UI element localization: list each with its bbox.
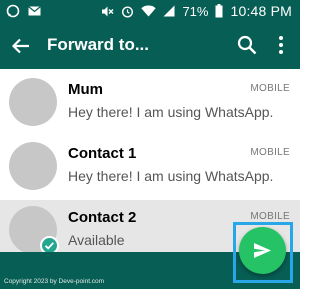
contact-status: Hey there! I am using WhatsApp. (68, 168, 274, 184)
copyright-text: Copyright 2023 by Deve-point.com (4, 278, 105, 285)
more-vert-icon[interactable] (274, 34, 288, 56)
signal-icon (163, 5, 175, 17)
contact-status: Hey there! I am using WhatsApp. (68, 104, 274, 120)
whatsapp-icon (6, 4, 20, 18)
contact-name: Contact 2 (68, 209, 137, 226)
battery-icon (215, 4, 223, 18)
email-icon (28, 6, 41, 16)
phone-type-label: MOBILE (250, 147, 290, 158)
contact-name: Mum (68, 81, 103, 98)
send-button[interactable] (239, 227, 286, 274)
avatar (9, 142, 57, 190)
check-icon (44, 242, 54, 250)
alarm-icon (122, 5, 134, 18)
send-icon (254, 243, 271, 258)
contact-row-contact-1[interactable]: Contact 1 Hey there! I am using WhatsApp… (0, 136, 300, 200)
contact-status: Available (68, 232, 125, 248)
search-icon[interactable] (236, 34, 258, 56)
system-icons: 71% 10:48 PM (101, 1, 292, 21)
contact-name: Contact 1 (68, 145, 137, 162)
battery-percentage: 71% (182, 3, 209, 19)
back-arrow-icon[interactable] (10, 35, 32, 57)
clock: 10:48 PM (230, 3, 292, 19)
status-bar: 71% 10:48 PM (0, 0, 300, 22)
app-bar: Forward to... (0, 22, 300, 69)
phone-type-label: MOBILE (250, 83, 290, 94)
contact-row-mum[interactable]: Mum Hey there! I am using WhatsApp. MOBI… (0, 72, 300, 136)
mute-icon (102, 6, 114, 16)
avatar (9, 78, 57, 126)
wifi-icon (141, 5, 157, 17)
notification-icons (6, 3, 41, 19)
page-title: Forward to... (47, 35, 149, 54)
phone-type-label: MOBILE (250, 211, 290, 222)
